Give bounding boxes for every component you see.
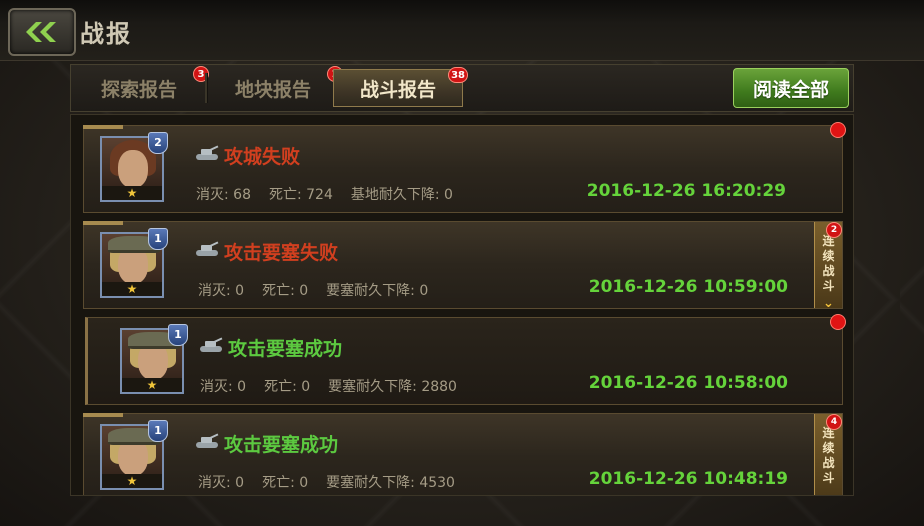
kills-stat: 消灭: 68 — [196, 187, 251, 203]
continuous-battle-button[interactable]: 连 续 战 斗 ⌄ 2 — [814, 222, 842, 311]
star-icon: ★ — [122, 378, 182, 392]
tab-territory-report[interactable]: 地块报告 1 — [209, 66, 343, 107]
report-stats: 消灭: 0 死亡: 0 要塞耐久下降: 0 — [198, 280, 446, 300]
kills-stat: 消灭: 0 — [198, 475, 245, 491]
report-title: 攻击要塞成功 — [228, 338, 343, 360]
combo-char: 斗 — [822, 471, 835, 485]
report-timestamp: 2016-12-26 10:58:00 — [588, 373, 788, 393]
continuous-battle-button[interactable]: 连 续 战 斗 ⌄ 4 — [814, 414, 842, 496]
tank-icon — [200, 337, 223, 352]
combo-count-badge: 2 — [826, 222, 842, 238]
double-chevron-left-icon — [26, 22, 56, 42]
report-title: 攻城失败 — [224, 146, 301, 168]
chevron-down-icon: ⌄ — [823, 296, 834, 311]
level-shield-badge: 1 — [148, 420, 168, 442]
unread-dot — [830, 314, 846, 330]
deaths-stat: 死亡: 0 — [262, 475, 309, 491]
chevron-down-icon: ⌄ — [823, 488, 834, 496]
unread-count-badge: 38 — [448, 67, 468, 83]
read-all-button[interactable]: 阅读全部 — [733, 68, 849, 108]
tank-icon — [196, 241, 219, 256]
tab-divider — [205, 73, 208, 103]
report-card[interactable]: ★ 1 攻击要塞成功 消灭: 0 死亡: 0 要塞耐久下降: 2880 2016-1… — [85, 314, 846, 405]
star-icon: ★ — [102, 186, 162, 200]
page-title: 战报 — [80, 20, 132, 48]
tab-explore-report[interactable]: 探索报告 3 — [75, 66, 209, 107]
report-card[interactable]: ★ 2 攻城失败 消灭: 68 死亡: 724 基地耐久下降: 0 2016-12-… — [83, 122, 846, 213]
report-timestamp: 2016-12-26 10:48:19 — [588, 469, 788, 489]
report-timestamp: 2016-12-26 10:59:00 — [588, 277, 788, 297]
tank-icon — [196, 145, 219, 160]
back-button[interactable] — [8, 8, 76, 56]
deaths-stat: 死亡: 0 — [264, 379, 311, 395]
star-icon: ★ — [102, 474, 162, 488]
level-shield-badge: 1 — [168, 324, 188, 346]
report-title: 攻击要塞成功 — [224, 434, 339, 456]
durability-stat: 要塞耐久下降: 0 — [326, 283, 429, 299]
report-stats: 消灭: 68 死亡: 724 基地耐久下降: 0 — [196, 184, 471, 204]
tab-label: 地块报告 — [234, 78, 311, 101]
level-shield-badge: 1 — [148, 228, 168, 250]
top-bar: 战报 — [0, 0, 924, 61]
kills-stat: 消灭: 0 — [198, 283, 245, 299]
report-stats: 消灭: 0 死亡: 0 要塞耐久下降: 2880 — [200, 376, 475, 396]
combo-char: 斗 — [822, 279, 835, 293]
star-icon: ★ — [102, 282, 162, 296]
combo-char: 续 — [822, 249, 835, 263]
combo-count-badge: 4 — [826, 414, 842, 430]
unread-dot — [830, 122, 846, 138]
report-stats: 消灭: 0 死亡: 0 要塞耐久下降: 4530 — [198, 472, 473, 492]
deaths-stat: 死亡: 0 — [262, 283, 309, 299]
deaths-stat: 死亡: 724 — [268, 187, 333, 203]
report-timestamp: 2016-12-26 16:20:29 — [586, 181, 786, 201]
combo-char: 战 — [822, 456, 835, 470]
durability-stat: 要塞耐久下降: 2880 — [328, 379, 457, 395]
durability-stat: 要塞耐久下降: 4530 — [326, 475, 455, 491]
combo-char: 战 — [822, 264, 835, 278]
report-card[interactable]: ★ 1 攻击要塞成功 消灭: 0 死亡: 0 要塞耐久下降: 4530 2016-1… — [83, 413, 843, 496]
tab-label: 探索报告 — [100, 78, 177, 101]
durability-stat: 基地耐久下降: 0 — [350, 187, 453, 203]
report-list[interactable]: ★ 2 攻城失败 消灭: 68 死亡: 724 基地耐久下降: 0 2016-12-… — [70, 114, 854, 496]
report-card[interactable]: ★ 1 攻击要塞失败 消灭: 0 死亡: 0 要塞耐久下降: 0 2016-12-2… — [83, 221, 843, 311]
level-shield-badge: 2 — [148, 132, 168, 154]
report-tabs: 探索报告 3 地块报告 1 战斗报告 38 阅读全部 — [70, 64, 854, 112]
combo-char: 续 — [822, 441, 835, 455]
report-title: 攻击要塞失败 — [224, 242, 339, 264]
tank-icon — [196, 433, 219, 448]
tab-battle-report[interactable]: 战斗报告 38 — [333, 67, 468, 107]
tab-label: 战斗报告 — [359, 78, 436, 101]
kills-stat: 消灭: 0 — [200, 379, 247, 395]
